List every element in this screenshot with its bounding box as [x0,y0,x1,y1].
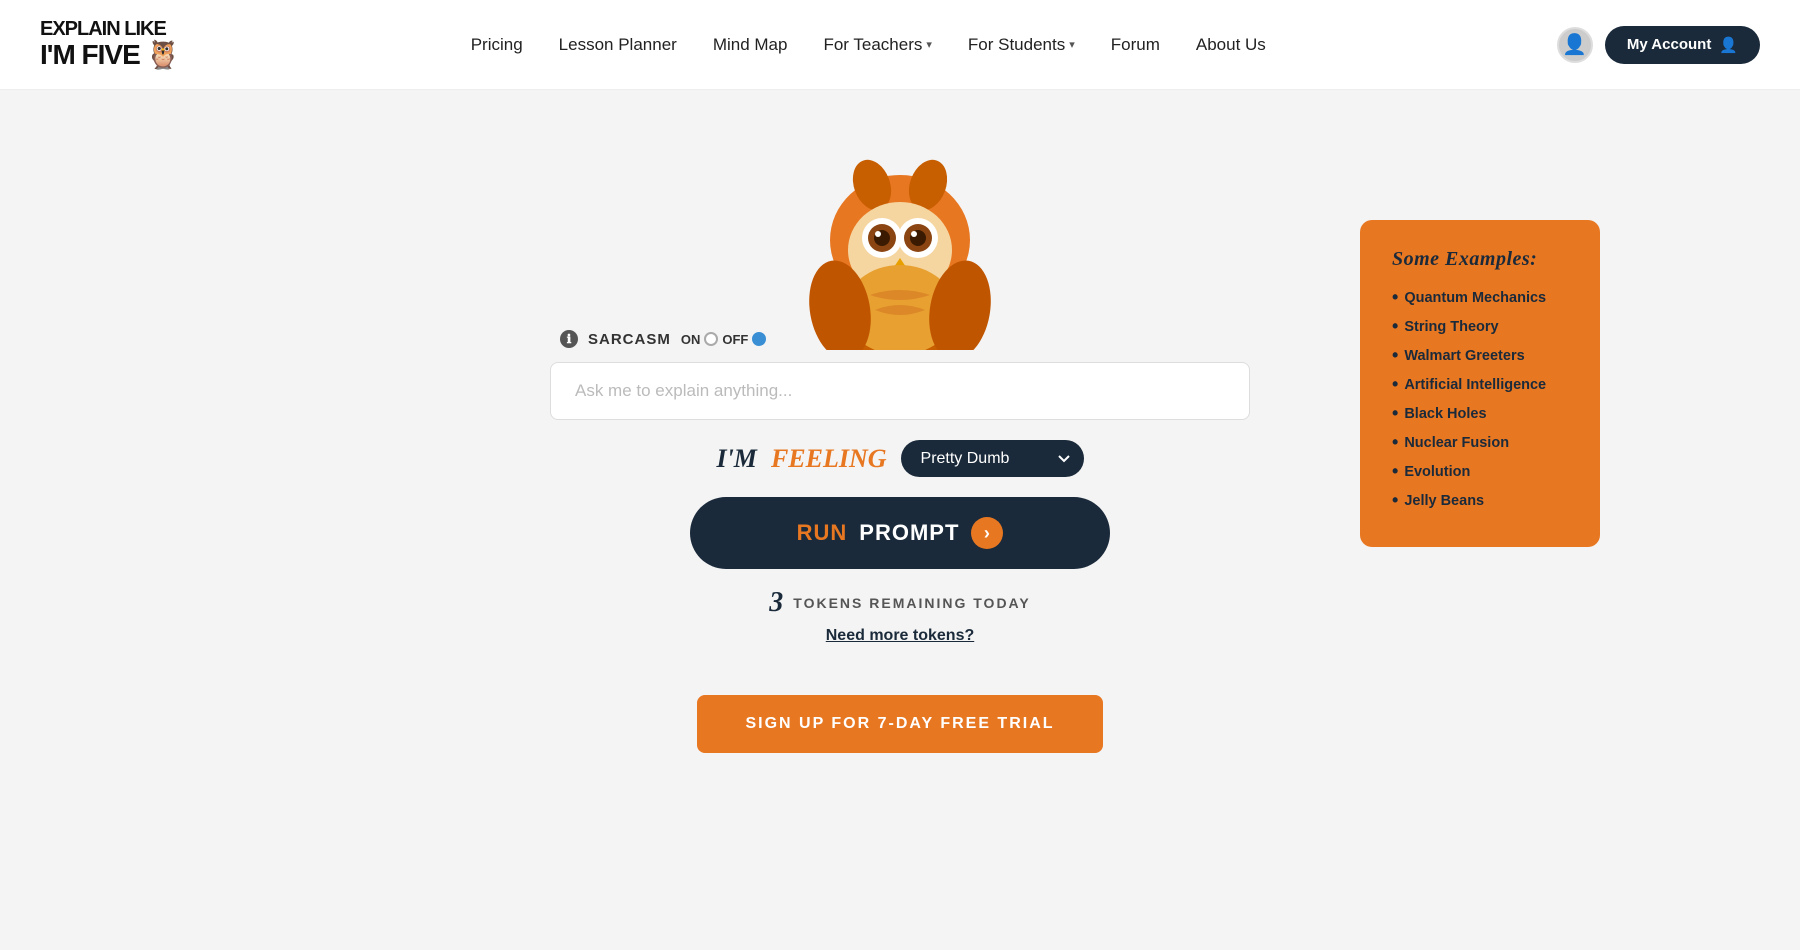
owl-image [760,110,1040,350]
logo-line1: EXPLAIN LIKE [40,18,180,40]
nav-forum[interactable]: Forum [1111,35,1160,55]
logo-owl-icon: 🦉 [146,40,180,71]
list-item[interactable]: Nuclear Fusion [1392,432,1568,453]
avatar: 👤 [1557,27,1593,63]
user-icon: 👤 [1562,32,1587,57]
tokens-label: TOKENS REMAINING TODAY [793,595,1030,611]
sarcasm-control: ℹ SARCASM ON OFF [560,330,768,348]
list-item[interactable]: Artificial Intelligence [1392,374,1568,395]
nav-mind-map[interactable]: Mind Map [713,35,788,55]
main-content: Some Examples: Quantum Mechanics String … [0,90,1800,753]
sarcasm-toggle[interactable]: ON OFF [681,332,769,347]
feeling-select[interactable]: Pretty Dumb Somewhat Smart Very Smart Ge… [901,440,1084,477]
list-item[interactable]: Evolution [1392,461,1568,482]
top-bar: EXPLAIN LIKE I'M FIVE 🦉 Pricing Lesson P… [0,0,1800,90]
examples-title: Some Examples: [1392,248,1568,271]
feeling-row: I'M FEELING Pretty Dumb Somewhat Smart V… [716,440,1083,477]
user-icon-btn: 👤 [1719,36,1738,54]
signup-button[interactable]: SIGN UP FOR 7-DAY FREE TRIAL [697,695,1102,753]
sarcasm-on-radio[interactable] [704,332,718,346]
list-item[interactable]: Quantum Mechanics [1392,287,1568,308]
my-account-button[interactable]: My Account 👤 [1605,26,1760,64]
list-item[interactable]: Jelly Beans [1392,490,1568,511]
chevron-down-icon: ▾ [926,38,932,51]
nav-for-students[interactable]: For Students ▾ [968,35,1075,55]
need-tokens-link[interactable]: Need more tokens? [826,627,974,645]
sarcasm-off-label: OFF [722,332,748,347]
main-nav: Pricing Lesson Planner Mind Map For Teac… [471,35,1266,55]
run-word: RUN [797,520,848,546]
examples-box: Some Examples: Quantum Mechanics String … [1360,220,1600,547]
list-item[interactable]: Black Holes [1392,403,1568,424]
nav-about-us[interactable]: About Us [1196,35,1266,55]
sarcasm-on-label: ON [681,332,701,347]
sarcasm-label: SARCASM [588,331,671,348]
list-item[interactable]: Walmart Greeters [1392,345,1568,366]
run-prompt-button[interactable]: RUN PROMPT › [690,497,1110,569]
chevron-down-icon: ▾ [1069,38,1075,51]
nav-pricing[interactable]: Pricing [471,35,523,55]
feeling-label: FEELING [771,444,887,474]
search-row [550,362,1250,420]
arrow-icon: › [971,517,1003,549]
examples-list: Quantum Mechanics String Theory Walmart … [1392,287,1568,511]
tokens-count: 3 [769,587,783,619]
im-label: I'M [716,444,756,474]
logo[interactable]: EXPLAIN LIKE I'M FIVE 🦉 [40,18,180,71]
tokens-row: 3 TOKENS REMAINING TODAY [769,587,1030,619]
prompt-word: PROMPT [859,520,959,546]
nav-for-teachers[interactable]: For Teachers ▾ [823,35,931,55]
list-item[interactable]: String Theory [1392,316,1568,337]
logo-line2: I'M FIVE [40,40,140,71]
nav-lesson-planner[interactable]: Lesson Planner [559,35,677,55]
search-input[interactable] [550,362,1250,420]
form-area: ℹ SARCASM ON OFF English Spanish French … [550,330,1250,753]
sarcasm-info-icon[interactable]: ℹ [560,330,578,348]
